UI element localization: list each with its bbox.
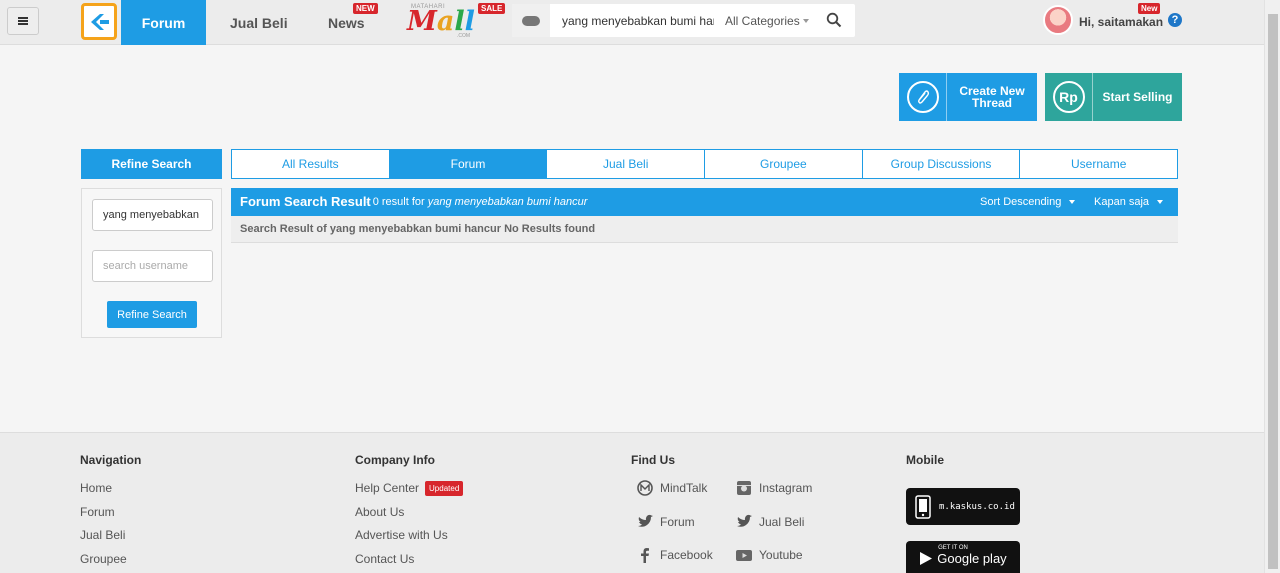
footer-link-instagram[interactable]: Instagram (735, 479, 812, 497)
refine-username-input[interactable] (92, 250, 213, 282)
start-selling-label: Start Selling (1102, 90, 1173, 104)
start-selling-button[interactable]: Rp Start Selling (1045, 73, 1182, 121)
result-summary: - 0 result for yang menyebabkan bumi han… (366, 196, 588, 208)
sale-badge: SALE (478, 3, 506, 14)
menu-hamburger-icon[interactable] (7, 7, 39, 35)
rupiah-icon: Rp (1052, 81, 1085, 113)
nav-forum[interactable]: Forum (121, 0, 206, 45)
search-input[interactable] (562, 12, 714, 29)
chevron-down-icon (803, 19, 809, 23)
google-play-label: Google play (937, 551, 1007, 566)
refine-search-header: Refine Search (81, 149, 222, 179)
create-thread-label: Create New Thread (959, 84, 1025, 110)
nav-jual-beli[interactable]: Jual Beli (230, 0, 288, 45)
matahari-mall-logo[interactable]: MATAHARI Mall .COM (407, 4, 477, 40)
footer-link-jual-beli[interactable]: Jual Beli (80, 528, 141, 552)
updated-badge: Updated (425, 481, 464, 497)
phone-icon (915, 494, 931, 519)
kaskus-logo[interactable] (81, 3, 117, 40)
footer-company-title: Company Info (355, 453, 435, 467)
refine-keyword-input[interactable] (92, 199, 213, 231)
youtube-icon (735, 546, 753, 564)
footer-find-us: Find Us (631, 453, 675, 481)
category-select[interactable]: All Categories (725, 14, 800, 28)
user-avatar[interactable] (1043, 5, 1073, 35)
footer-link-advertise[interactable]: Advertise with Us (355, 528, 463, 552)
cloud-icon (522, 15, 540, 26)
mindtalk-icon (636, 479, 654, 497)
tab-groupee[interactable]: Groupee (705, 150, 863, 178)
twitter-icon (636, 513, 654, 531)
footer-link-facebook[interactable]: Facebook (636, 546, 713, 564)
kaskus-k-icon (91, 13, 109, 30)
footer-link-twitter-jual-beli[interactable]: Jual Beli (735, 513, 804, 531)
mobile-site-badge[interactable]: m.kaskus.co.id (906, 488, 1020, 525)
tab-jual-beli[interactable]: Jual Beli (547, 150, 706, 178)
twitter-icon (735, 513, 753, 531)
tab-forum[interactable]: Forum (389, 150, 548, 178)
tab-all-results[interactable]: All Results (232, 150, 390, 178)
footer-link-help-center[interactable]: Help Center Updated (355, 481, 464, 505)
footer-link-home[interactable]: Home (80, 481, 141, 505)
refine-search-panel: Refine Search (81, 188, 222, 338)
search-type-toggle[interactable] (512, 4, 550, 37)
footer-navigation: Navigation Home Forum Jual Beli Groupee (80, 453, 141, 573)
help-icon[interactable]: ? (1168, 13, 1182, 27)
footer: Navigation Home Forum Jual Beli Groupee … (0, 432, 1264, 573)
footer-link-groupee[interactable]: Groupee (80, 552, 141, 573)
footer-find-us-title: Find Us (631, 453, 675, 467)
footer-mobile: Mobile (906, 453, 944, 481)
scrollbar[interactable] (1264, 0, 1280, 573)
google-play-badge[interactable]: GET IT ON Google play (906, 541, 1020, 573)
footer-navigation-title: Navigation (80, 453, 142, 467)
result-title: Forum Search Result (240, 194, 371, 209)
result-tabs: All Results Forum Jual Beli Groupee Grou… (231, 149, 1178, 179)
sort-dropdown[interactable]: Sort Descending (980, 196, 1076, 208)
facebook-icon (636, 546, 654, 564)
instagram-icon (735, 479, 753, 497)
chevron-down-icon (1157, 200, 1164, 205)
result-header: Forum Search Result - 0 result for yang … (231, 188, 1178, 216)
no-results-message: Search Result of yang menyebabkan bumi h… (231, 216, 1178, 243)
scrollbar-thumb[interactable] (1268, 14, 1278, 569)
refine-search-button[interactable]: Refine Search (107, 301, 197, 328)
create-thread-button[interactable]: Create New Thread (899, 73, 1037, 121)
footer-mobile-title: Mobile (906, 453, 944, 467)
paperclip-icon (906, 81, 939, 113)
top-navbar: Forum Jual Beli News NEW MATAHARI Mall .… (0, 0, 1264, 45)
search-icon[interactable] (826, 12, 842, 28)
footer-company-info: Company Info Help Center Updated About Us… (355, 453, 464, 573)
user-greeting[interactable]: Hi, saitamakan (1079, 15, 1163, 29)
footer-link-about-us[interactable]: About Us (355, 505, 463, 529)
mall-wordmark: Mall (407, 6, 475, 37)
footer-link-contact-us[interactable]: Contact Us (355, 552, 463, 573)
time-filter-dropdown[interactable]: Kapan saja (1094, 196, 1164, 208)
user-new-badge: New (1138, 3, 1161, 14)
tab-username[interactable]: Username (1020, 150, 1177, 178)
chevron-down-icon (1069, 200, 1076, 205)
result-query: yang menyebabkan bumi hancur (427, 196, 588, 208)
footer-link-youtube[interactable]: Youtube (735, 546, 803, 564)
search-box: All Categories (512, 4, 855, 37)
tab-group-discussions[interactable]: Group Discussions (863, 150, 1021, 178)
google-play-icon (920, 552, 933, 565)
mobile-site-label: m.kaskus.co.id (939, 501, 1015, 512)
footer-link-mindtalk[interactable]: MindTalk (636, 479, 707, 497)
footer-link-twitter-forum[interactable]: Forum (636, 513, 695, 531)
news-new-badge: NEW (353, 3, 378, 14)
footer-link-forum[interactable]: Forum (80, 505, 141, 529)
mall-com-text: .COM (457, 33, 471, 39)
